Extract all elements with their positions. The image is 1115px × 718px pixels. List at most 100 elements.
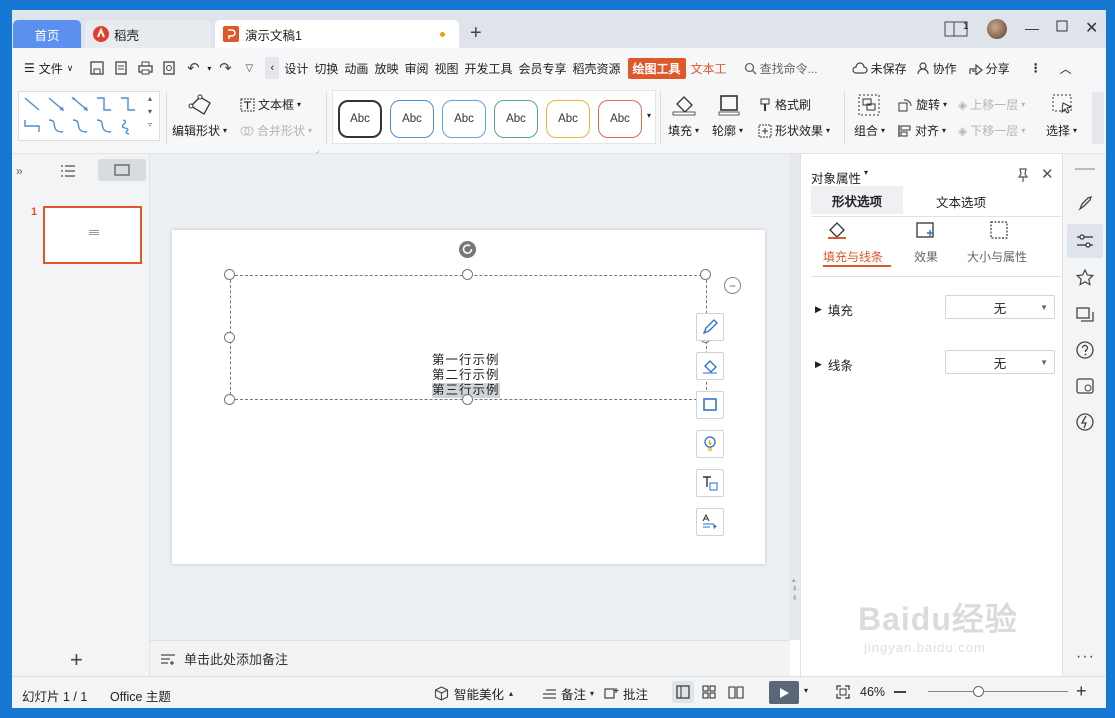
outline-button[interactable]: 轮廓 ▾ (712, 122, 743, 139)
notes-toggle-button[interactable]: 备注 ▾ (542, 684, 594, 703)
zoom-slider-track[interactable] (928, 691, 1068, 692)
menu-text-tools[interactable]: 文本工 (688, 60, 730, 77)
slide-thumbnail[interactable] (43, 206, 142, 264)
star-icon[interactable] (1075, 268, 1095, 288)
fill-select[interactable]: 无 ▼ (945, 295, 1055, 319)
properties-title-dropdown[interactable]: 对象属性 ▾ (811, 168, 868, 187)
pin-icon[interactable] (1017, 168, 1029, 182)
fill-float-button[interactable] (696, 352, 724, 380)
command-search[interactable]: 查找命令... (744, 60, 818, 77)
subtab-size-properties[interactable]: 大小与属性 (967, 248, 1027, 265)
shape-style-preset[interactable]: Abc (338, 100, 382, 138)
minimize-icon[interactable]: — (1025, 20, 1039, 36)
smart-beautify-button[interactable]: 智能美化 ▴ (434, 684, 513, 703)
play-options-dropdown-icon[interactable]: ▾ (804, 686, 808, 695)
more-icon[interactable]: ··· (1076, 649, 1095, 665)
resize-handle-left[interactable] (224, 332, 235, 343)
line-select[interactable]: 无 ▼ (945, 350, 1055, 374)
ribbon-scroll-right[interactable] (1092, 92, 1104, 144)
text-box-content[interactable]: 第一行示例 第二行示例 第三行示例 (432, 353, 500, 398)
text-style-float-button[interactable] (696, 508, 724, 536)
canvas-scrollbar[interactable]: ▴ ⇞ ⇟ (790, 154, 800, 640)
format-painter-button[interactable]: 格式刷 (758, 96, 811, 113)
resize-handle-top-right[interactable] (700, 269, 711, 280)
resize-handle-bottom-left[interactable] (224, 394, 235, 405)
share-button[interactable]: 分享 (969, 60, 1010, 77)
export-pdf-icon[interactable] (111, 58, 131, 78)
tab-daoke[interactable]: 稻壳 (85, 20, 211, 48)
transition-icon[interactable] (1075, 304, 1095, 324)
grid-view-icon[interactable] (702, 685, 716, 699)
more-options-icon[interactable]: ⋮ (1030, 61, 1042, 75)
zoom-in-icon[interactable]: + (1076, 681, 1087, 702)
shape-style-preset[interactable]: Abc (546, 100, 590, 138)
shape-style-preset[interactable]: Abc (442, 100, 486, 138)
resize-handle-top-left[interactable] (224, 269, 235, 280)
print-icon[interactable] (135, 58, 155, 78)
help-icon[interactable] (1075, 340, 1095, 360)
theme-name[interactable]: Office 主题 (110, 686, 171, 705)
menu-drawing-tools[interactable]: 绘图工具 (627, 57, 686, 79)
shape-style-float-button[interactable] (696, 313, 724, 341)
outline-float-button[interactable] (696, 391, 724, 419)
gallery-scroll-icon[interactable]: ▴ ▾ ▿ (148, 92, 152, 131)
outline-view-icon[interactable] (60, 164, 76, 178)
menu-item[interactable]: 审阅 (401, 60, 431, 77)
file-menu[interactable]: ☰ 文件 ∨ (24, 60, 73, 77)
collapse-toolbar-icon[interactable]: − (724, 277, 741, 294)
comments-button[interactable]: 批注 (604, 684, 648, 703)
fill-button[interactable]: 填充 ▾ (668, 122, 699, 139)
undo-icon[interactable]: ↶ (183, 58, 203, 78)
notes-bar[interactable]: 单击此处添加备注 (150, 640, 790, 676)
print-preview-icon[interactable] (159, 58, 179, 78)
zoom-slider-thumb[interactable] (972, 686, 984, 697)
fit-window-icon[interactable] (836, 685, 850, 699)
play-slideshow-button[interactable] (769, 681, 799, 704)
reading-view-icon[interactable] (728, 685, 744, 699)
shape-style-preset[interactable]: Abc (494, 100, 538, 138)
close-icon[interactable]: ✕ (1085, 18, 1098, 38)
lightning-icon[interactable] (1075, 412, 1095, 432)
menu-item[interactable]: 开发工具 (461, 60, 515, 77)
redo-icon[interactable]: ↷ (215, 58, 235, 78)
scroll-left-icon[interactable]: ‹ (265, 57, 280, 79)
add-slide-button[interactable]: + (70, 649, 83, 671)
rotate-button[interactable]: 旋转 ▾ (898, 96, 947, 113)
zoom-percentage[interactable]: 46% (860, 685, 885, 699)
scroll-buttons-icon[interactable]: ▴ ⇞ ⇟ (792, 576, 798, 603)
resize-handle-bottom[interactable] (462, 394, 473, 405)
panel-close-icon[interactable]: ✕ (1041, 165, 1054, 183)
collapse-ribbon-icon[interactable]: ︿ (1060, 60, 1072, 77)
unsaved-button[interactable]: 未保存 (852, 60, 907, 77)
save-icon[interactable] (87, 58, 107, 78)
zoom-out-icon[interactable] (894, 691, 906, 693)
menu-item[interactable]: 稻壳资源 (570, 60, 624, 77)
menu-item[interactable]: 放映 (371, 60, 401, 77)
avatar[interactable] (987, 19, 1007, 39)
select-button[interactable]: 选择 ▾ (1046, 122, 1077, 139)
align-button[interactable]: 对齐 ▾ (898, 122, 946, 139)
rocket-icon[interactable] (1075, 194, 1095, 214)
resize-handle-top[interactable] (462, 269, 473, 280)
shape-effects-button[interactable]: 形状效果 ▾ (758, 122, 830, 139)
shape-gallery[interactable] (18, 91, 160, 141)
tab-shape-options[interactable]: 形状选项 (811, 186, 903, 216)
gallery-more-icon[interactable]: ▾ (647, 111, 651, 120)
menu-item[interactable]: 动画 (341, 60, 371, 77)
collaborate-button[interactable]: 协作 (916, 60, 957, 77)
menu-item[interactable]: 会员专享 (516, 60, 570, 77)
menu-item[interactable]: 切换 (311, 60, 341, 77)
new-tab-button[interactable]: + (470, 23, 482, 43)
slide-canvas[interactable]: 第一行示例 第二行示例 第三行示例 − (172, 230, 765, 564)
tab-text-options[interactable]: 文本选项 (913, 186, 1009, 216)
customize-quick-access-icon[interactable]: ▽ (239, 58, 259, 78)
line-section-toggle[interactable]: ▶ 线条 (815, 355, 853, 374)
text-format-float-button[interactable] (696, 469, 724, 497)
edit-shape-button[interactable]: 编辑形状 ▾ (172, 122, 227, 139)
menu-item[interactable]: 视图 (431, 60, 461, 77)
text-box-button[interactable]: 文本框 ▾ (240, 96, 301, 113)
media-icon[interactable] (1075, 376, 1095, 396)
smart-float-button[interactable] (696, 430, 724, 458)
dialog-launcher-icon[interactable]: ⌟ (316, 146, 319, 154)
tab-document[interactable]: 演示文稿1 (215, 20, 459, 48)
